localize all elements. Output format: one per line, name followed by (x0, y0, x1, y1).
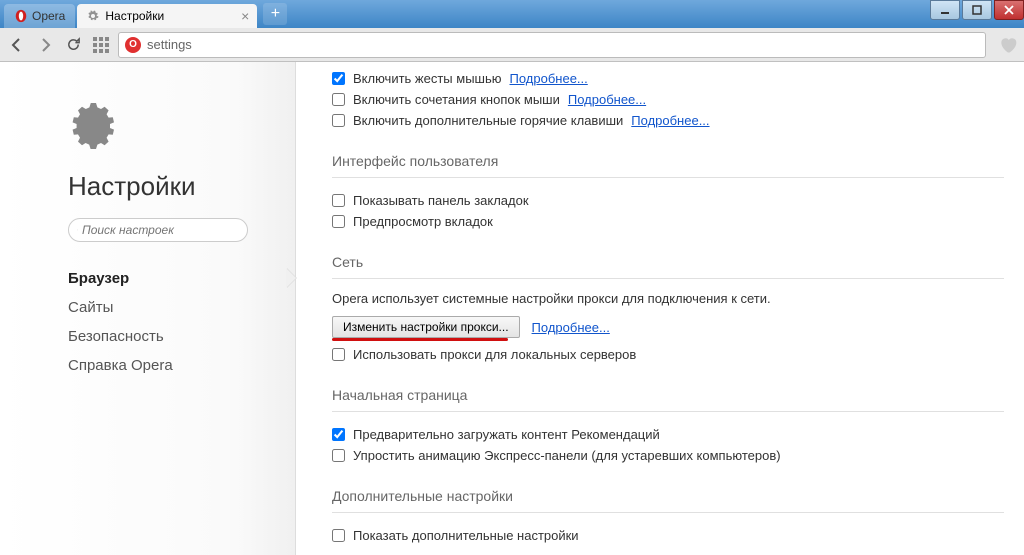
label-proxy-local: Использовать прокси для локальных сервер… (353, 347, 636, 362)
change-proxy-button[interactable]: Изменить настройки прокси... (332, 316, 520, 338)
minimize-button[interactable] (930, 0, 960, 20)
browser-tab-settings[interactable]: Настройки × (77, 4, 257, 28)
sidebar-title: Настройки (68, 171, 267, 202)
link-rocker-more[interactable]: Подробнее... (568, 92, 646, 107)
bookmark-heart-button[interactable] (998, 35, 1018, 55)
checkbox-hotkeys[interactable] (332, 114, 345, 127)
close-window-button[interactable] (994, 0, 1024, 20)
label-rocker: Включить сочетания кнопок мыши (353, 92, 560, 107)
link-hotkeys-more[interactable]: Подробнее... (631, 113, 709, 128)
address-bar[interactable]: O (118, 32, 986, 58)
search-icon (77, 224, 78, 236)
checkbox-preload[interactable] (332, 428, 345, 441)
settings-main: Включить жесты мышью Подробнее... Включи… (296, 62, 1024, 555)
annotation-red-underline (332, 338, 508, 341)
opera-menu-tab[interactable]: Opera (4, 4, 75, 28)
window-titlebar: Opera Настройки × + (0, 0, 1024, 28)
opera-tab-label: Opera (32, 9, 65, 23)
settings-sidebar: Настройки Браузер Сайты Безопасность Спр… (0, 62, 296, 555)
opera-logo-icon (14, 9, 28, 23)
checkbox-rocker[interactable] (332, 93, 345, 106)
reload-button[interactable] (62, 34, 84, 56)
sidebar-item-browser[interactable]: Браузер (68, 264, 267, 293)
speed-dial-button[interactable] (90, 34, 112, 56)
link-mouse-gestures-more[interactable]: Подробнее... (510, 71, 588, 86)
label-mouse-gestures: Включить жесты мышью (353, 71, 502, 86)
tab-strip: Opera Настройки × + (0, 0, 287, 28)
new-tab-button[interactable]: + (263, 3, 287, 25)
label-show-advanced: Показать дополнительные настройки (353, 528, 579, 543)
checkbox-proxy-local[interactable] (332, 348, 345, 361)
checkbox-simplify-anim[interactable] (332, 449, 345, 462)
sidebar-item-websites[interactable]: Сайты (68, 293, 267, 322)
grid-icon (91, 35, 111, 55)
link-proxy-more[interactable]: Подробнее... (532, 320, 610, 335)
gear-large-icon (68, 102, 116, 150)
sidebar-nav: Браузер Сайты Безопасность Справка Opera (68, 264, 267, 380)
checkbox-tab-preview[interactable] (332, 215, 345, 228)
browser-toolbar: O (0, 28, 1024, 62)
window-controls (928, 0, 1024, 20)
opera-badge-icon: O (125, 37, 141, 53)
label-bookmarks-bar: Показывать панель закладок (353, 193, 529, 208)
section-startpage-header: Начальная страница (332, 387, 1004, 412)
settings-search[interactable] (68, 218, 248, 242)
maximize-button[interactable] (962, 0, 992, 20)
label-tab-preview: Предпросмотр вкладок (353, 214, 493, 229)
address-input[interactable] (147, 37, 979, 52)
forward-button[interactable] (34, 34, 56, 56)
network-description: Opera использует системные настройки про… (332, 291, 1004, 306)
label-simplify-anim: Упростить анимацию Экспресс-панели (для … (353, 448, 781, 463)
label-hotkeys: Включить дополнительные горячие клавиши (353, 113, 623, 128)
checkbox-bookmarks-bar[interactable] (332, 194, 345, 207)
sidebar-item-privacy[interactable]: Безопасность (68, 322, 267, 351)
section-advanced-header: Дополнительные настройки (332, 488, 1004, 513)
close-tab-icon[interactable]: × (241, 8, 249, 24)
content-area: Настройки Браузер Сайты Безопасность Спр… (0, 62, 1024, 555)
checkbox-show-advanced[interactable] (332, 529, 345, 542)
checkbox-mouse-gestures[interactable] (332, 72, 345, 85)
settings-search-input[interactable] (82, 223, 239, 237)
gear-icon (87, 10, 99, 22)
tab-title: Настройки (105, 9, 164, 23)
label-preload: Предварительно загружать контент Рекомен… (353, 427, 660, 442)
section-network-header: Сеть (332, 254, 1004, 279)
back-button[interactable] (6, 34, 28, 56)
section-ui-header: Интерфейс пользователя (332, 153, 1004, 178)
sidebar-item-help[interactable]: Справка Opera (68, 351, 267, 380)
